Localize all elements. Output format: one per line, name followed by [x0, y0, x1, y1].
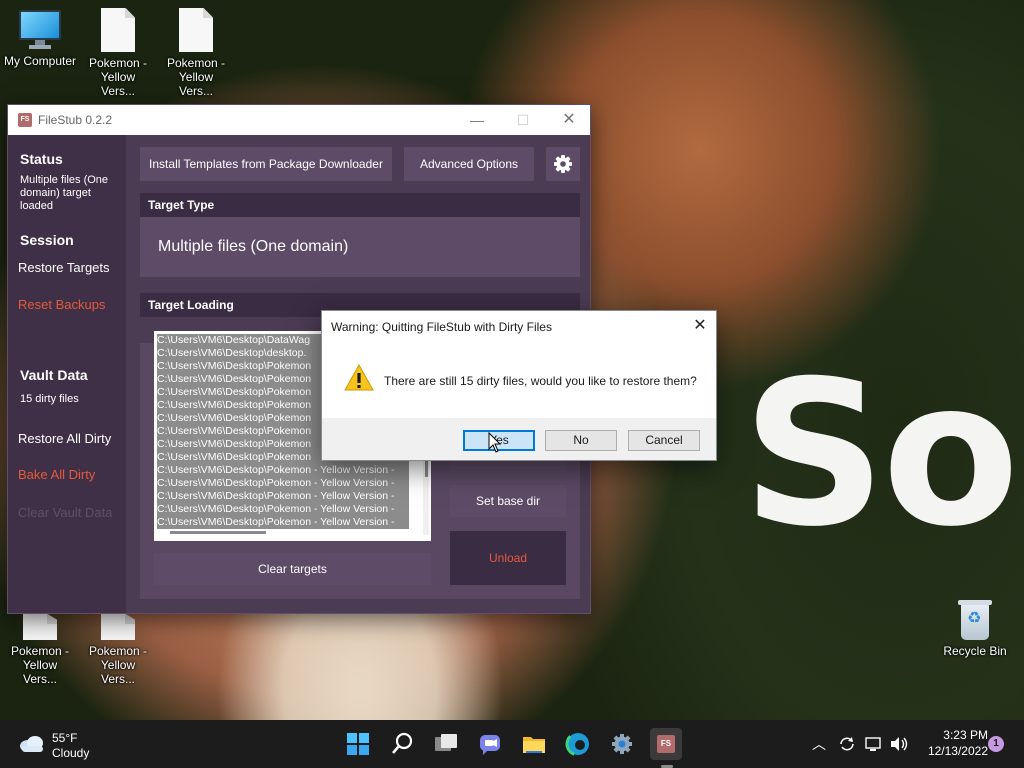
windows-icon	[347, 733, 369, 755]
target-list-item[interactable]: C:\Users\VM6\Desktop\Pokemon - Yellow Ve…	[157, 516, 409, 529]
search-icon	[392, 732, 413, 754]
sync-icon[interactable]	[837, 734, 857, 754]
warning-dialog: Warning: Quitting FileStub with Dirty Fi…	[321, 310, 717, 461]
edge-button[interactable]	[562, 728, 594, 760]
dialog-button-bar: Yes No Cancel	[322, 418, 716, 460]
vault-data-text: 15 dirty files	[20, 393, 79, 405]
clear-vault-data-button[interactable]: Clear Vault Data	[18, 505, 112, 520]
filestub-icon: FS	[657, 735, 675, 753]
volume-icon[interactable]	[889, 734, 909, 754]
network-icon[interactable]	[864, 734, 884, 754]
computer-icon	[19, 10, 61, 50]
settings-taskbar-button[interactable]	[606, 728, 638, 760]
desktop-icon-file[interactable]: Pokemon - Yellow Vers...	[156, 8, 236, 98]
maximize-button[interactable]: ☐	[500, 105, 546, 135]
chat-button[interactable]	[474, 728, 506, 760]
document-icon	[101, 8, 135, 52]
weather-widget[interactable]: 55°F Cloudy	[16, 726, 106, 762]
document-icon	[179, 8, 213, 52]
desktop-icon-file[interactable]: Pokemon - Yellow Vers...	[0, 614, 80, 686]
search-button[interactable]	[387, 728, 419, 760]
chat-icon	[480, 735, 500, 755]
target-list-item[interactable]: C:\Users\VM6\Desktop\Pokemon - Yellow Ve…	[157, 490, 409, 503]
unload-button[interactable]: Unload	[450, 531, 566, 585]
target-type-heading: Target Type	[140, 193, 580, 217]
folder-icon	[523, 737, 545, 753]
clear-targets-button[interactable]: Clear targets	[154, 553, 431, 585]
cancel-button[interactable]: Cancel	[628, 430, 700, 451]
restore-all-dirty-button[interactable]: Restore All Dirty	[18, 431, 111, 446]
clock-time: 3:23 PM	[943, 728, 988, 742]
target-list-item[interactable]: C:\Users\VM6\Desktop\Pokemon - Yellow Ve…	[157, 477, 409, 490]
vertical-scrollbar-thumb[interactable]	[425, 461, 428, 477]
restore-targets-button[interactable]: Restore Targets	[18, 260, 110, 275]
taskbar: 55°F Cloudy FS ︿ 3:23 PM 12/13/2022 1	[0, 720, 1024, 768]
wallpaper-text: Sos	[742, 338, 1024, 571]
vault-data-heading: Vault Data	[20, 367, 88, 383]
minimize-button[interactable]: —	[454, 105, 500, 135]
task-view-icon	[435, 734, 457, 751]
advanced-options-button[interactable]: Advanced Options	[404, 147, 534, 181]
gear-icon	[612, 734, 632, 754]
bake-all-dirty-button[interactable]: Bake All Dirty	[18, 467, 95, 482]
chevron-up-icon[interactable]: ︿	[812, 734, 826, 754]
status-text: Multiple files (One domain) target loade…	[20, 174, 109, 212]
session-heading: Session	[20, 232, 74, 248]
reset-backups-button[interactable]: Reset Backups	[18, 297, 105, 312]
dialog-title: Warning: Quitting FileStub with Dirty Fi…	[331, 320, 552, 334]
install-templates-button[interactable]: Install Templates from Package Downloade…	[140, 147, 392, 181]
weather-temperature: 55°F	[52, 731, 78, 745]
target-type-value: Multiple files (One domain)	[140, 217, 580, 277]
desktop-icon-recycle-bin[interactable]: ♻ Recycle Bin	[935, 598, 1015, 658]
settings-button[interactable]	[546, 147, 580, 181]
set-base-dir-button[interactable]: Set base dir	[450, 485, 566, 517]
desktop-icon-label: Recycle Bin	[943, 644, 1007, 658]
clock[interactable]: 3:23 PM 12/13/2022	[918, 727, 988, 759]
filestub-app-icon: FS	[18, 113, 32, 127]
cloud-icon	[20, 736, 43, 752]
dialog-message: There are still 15 dirty files, would yo…	[384, 374, 697, 388]
file-explorer-button[interactable]	[518, 728, 550, 760]
clock-date: 12/13/2022	[927, 744, 988, 758]
filestub-taskbar-button[interactable]: FS	[650, 728, 682, 760]
target-list-item[interactable]: C:\Users\VM6\Desktop\Pokemon - Yellow Ve…	[157, 464, 409, 477]
desktop-icon-label: My Computer	[3, 54, 77, 68]
mouse-cursor	[488, 432, 502, 453]
warning-icon	[344, 363, 374, 391]
desktop-icon-file[interactable]: Pokemon - Yellow Vers...	[78, 8, 158, 98]
gear-icon	[554, 155, 572, 173]
weather-description: Cloudy	[52, 746, 90, 760]
horizontal-scrollbar-thumb[interactable]	[170, 531, 266, 534]
notification-badge[interactable]: 1	[988, 736, 1004, 752]
status-heading: Status	[20, 151, 63, 167]
desktop-icon-my-computer[interactable]: My Computer	[0, 10, 80, 68]
dialog-close-button[interactable]: ✕	[682, 311, 718, 341]
desktop-icon-label: Pokemon - Yellow Vers...	[166, 56, 226, 98]
task-view-button[interactable]	[430, 728, 462, 760]
recycle-bin-icon: ♻	[958, 598, 992, 640]
desktop-icon-label: Pokemon - Yellow Vers...	[88, 644, 148, 686]
document-icon	[23, 614, 57, 640]
desktop-icon-file[interactable]: Pokemon - Yellow Vers...	[78, 614, 158, 686]
sidebar: Status Multiple files (One domain) targe…	[8, 135, 126, 613]
window-title: FileStub 0.2.2	[38, 113, 113, 127]
edge-browser-icon	[565, 731, 591, 757]
no-button[interactable]: No	[545, 430, 617, 451]
start-button[interactable]	[342, 728, 374, 760]
target-list-item[interactable]: C:\Users\VM6\Desktop\Pokemon - Yellow Ve…	[157, 503, 409, 516]
window-titlebar[interactable]: FS FileStub 0.2.2 — ☐ ✕	[8, 105, 590, 135]
close-button[interactable]: ✕	[546, 105, 592, 135]
desktop-icon-label: Pokemon - Yellow Vers...	[88, 56, 148, 98]
document-icon	[101, 614, 135, 640]
desktop-icon-label: Pokemon - Yellow Vers...	[10, 644, 70, 686]
